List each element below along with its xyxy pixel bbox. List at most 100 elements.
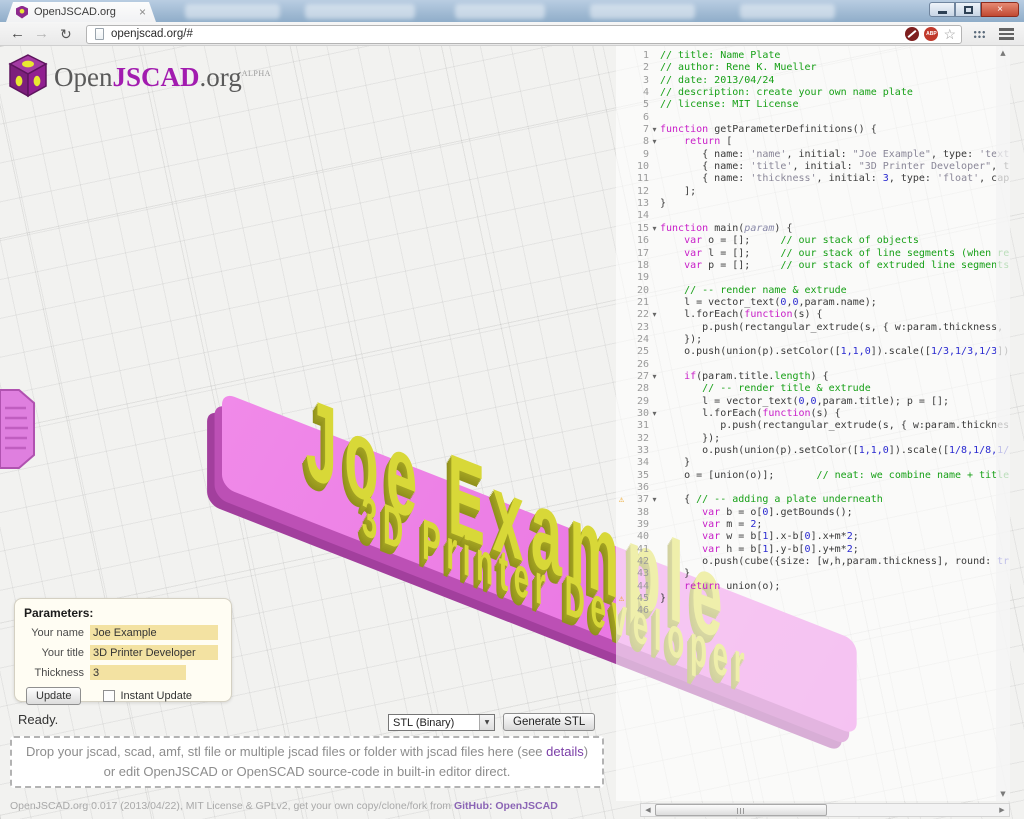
code-line[interactable]: 29 l = vector_text(0,0,param.title); p =… bbox=[616, 396, 1010, 408]
code-line[interactable]: 35 o = [union(o)]; // neat: we combine n… bbox=[616, 470, 1010, 482]
code-line[interactable]: 46 bbox=[616, 605, 1010, 617]
scroll-right-icon[interactable]: ▶ bbox=[995, 803, 1009, 817]
fold-arrow-icon[interactable]: ▾ bbox=[649, 309, 660, 321]
scroll-up-icon[interactable]: ▲ bbox=[996, 46, 1010, 60]
details-link[interactable]: details bbox=[546, 744, 584, 759]
code-line[interactable]: 18 var p = []; // our stack of extruded … bbox=[616, 260, 1010, 272]
code-line[interactable]: 11 { name: 'thickness', initial: 3, type… bbox=[616, 173, 1010, 185]
code-line[interactable]: 16 var o = []; // our stack of objects bbox=[616, 235, 1010, 247]
github-link[interactable]: GitHub: OpenJSCAD bbox=[454, 800, 558, 812]
code-line[interactable]: 2// author: Rene K. Mueller bbox=[616, 62, 1010, 74]
gutter-spacer bbox=[616, 544, 627, 556]
window-maximize-button[interactable] bbox=[955, 2, 981, 17]
code-editor[interactable]: 1// title: Name Plate2// author: Rene K.… bbox=[616, 46, 1010, 801]
code-line[interactable]: 13} bbox=[616, 198, 1010, 210]
scroll-down-icon[interactable]: ▼ bbox=[996, 787, 1010, 801]
url-text[interactable]: openjscad.org/# bbox=[111, 28, 900, 40]
name-field-label: Your name bbox=[24, 627, 90, 639]
code-line[interactable]: 36 bbox=[616, 482, 1010, 494]
gutter-spacer bbox=[616, 297, 627, 309]
bookmark-star-icon[interactable]: ☆ bbox=[943, 27, 956, 41]
code-line[interactable]: 32 }); bbox=[616, 433, 1010, 445]
browser-tab[interactable]: OpenJSCAD.org × bbox=[6, 2, 156, 22]
code-line[interactable]: 38 var b = o[0].getBounds(); bbox=[616, 507, 1010, 519]
code-line[interactable]: 22▾ l.forEach(function(s) { bbox=[616, 309, 1010, 321]
editor-horizontal-scrollbar[interactable]: ◀ ▶ bbox=[640, 803, 1010, 817]
code-line[interactable]: 26 bbox=[616, 359, 1010, 371]
code-line[interactable]: 3// date: 2013/04/24 bbox=[616, 75, 1010, 87]
code-line[interactable]: 15▾function main(param) { bbox=[616, 223, 1010, 235]
code-line[interactable]: 1// title: Name Plate bbox=[616, 50, 1010, 62]
code-line[interactable]: 6 bbox=[616, 112, 1010, 124]
instant-update-checkbox[interactable] bbox=[103, 690, 115, 702]
code-line[interactable]: 20 // -- render name & extrude bbox=[616, 285, 1010, 297]
code-line[interactable]: 19 bbox=[616, 272, 1010, 284]
code-line[interactable]: 24 }); bbox=[616, 334, 1010, 346]
fold-arrow-icon[interactable]: ▾ bbox=[649, 408, 660, 420]
reload-button[interactable]: ↻ bbox=[60, 24, 72, 44]
window-close-button[interactable]: × bbox=[981, 2, 1019, 17]
update-button[interactable]: Update bbox=[26, 687, 81, 705]
file-drop-zone[interactable]: Drop your jscad, scad, amf, stl file or … bbox=[10, 736, 604, 788]
code-line[interactable]: 31 p.push(rectangular_extrude(s, { w:par… bbox=[616, 420, 1010, 432]
plugin-blocked-icon[interactable] bbox=[905, 27, 919, 41]
code-line[interactable]: 42 o.push(cube({size: [w,h,param.thickne… bbox=[616, 556, 1010, 568]
code-line[interactable]: 14 bbox=[616, 210, 1010, 222]
code-line[interactable]: 27▾ if(param.title.length) { bbox=[616, 371, 1010, 383]
name-field[interactable] bbox=[90, 625, 218, 640]
code-text: { name: 'name', initial: "Joe Example", … bbox=[660, 149, 1010, 161]
line-number: 9 bbox=[627, 149, 649, 161]
back-button[interactable]: ← bbox=[10, 24, 25, 44]
chevron-down-icon[interactable]: ▼ bbox=[479, 715, 494, 730]
code-line[interactable]: 17 var l = []; // our stack of line segm… bbox=[616, 248, 1010, 260]
scroll-left-icon[interactable]: ◀ bbox=[641, 803, 655, 817]
code-line[interactable]: 30▾ l.forEach(function(s) { bbox=[616, 408, 1010, 420]
code-line[interactable]: 4// description: create your own name pl… bbox=[616, 87, 1010, 99]
code-line[interactable]: 28 // -- render title & extrude bbox=[616, 383, 1010, 395]
fold-arrow-icon[interactable]: ▾ bbox=[649, 124, 660, 136]
fold-arrow-icon[interactable]: ▾ bbox=[649, 371, 660, 383]
code-lines[interactable]: 1// title: Name Plate2// author: Rene K.… bbox=[616, 50, 1010, 618]
gutter-spacer bbox=[649, 50, 660, 62]
code-line[interactable]: 7▾function getParameterDefinitions() { bbox=[616, 124, 1010, 136]
code-line[interactable]: 44 return union(o); bbox=[616, 581, 1010, 593]
code-line[interactable]: 33 o.push(union(p).setColor([1,1,0]).sca… bbox=[616, 445, 1010, 457]
code-line[interactable]: 12 ]; bbox=[616, 186, 1010, 198]
code-line[interactable]: 25 o.push(union(p).setColor([1,1,0]).sca… bbox=[616, 346, 1010, 358]
thickness-field[interactable] bbox=[90, 665, 186, 680]
generate-stl-button[interactable]: Generate STL bbox=[503, 713, 595, 731]
code-line[interactable]: 8▾ return [ bbox=[616, 136, 1010, 148]
fold-arrow-icon[interactable]: ▾ bbox=[649, 136, 660, 148]
address-bar[interactable]: openjscad.org/# ABP ☆ bbox=[86, 25, 962, 44]
gutter-spacer bbox=[616, 568, 627, 580]
viewport-3d[interactable]: Joe Example 3D Printer Developer OpenJSC… bbox=[0, 46, 1024, 819]
fold-arrow-icon[interactable]: ▾ bbox=[649, 223, 660, 235]
window-minimize-button[interactable] bbox=[929, 2, 955, 17]
extensions-grid-icon[interactable] bbox=[973, 30, 986, 39]
title-field[interactable] bbox=[90, 645, 218, 660]
code-line[interactable]: 9 { name: 'name', initial: "Joe Example"… bbox=[616, 149, 1010, 161]
side-drawer-handle[interactable] bbox=[0, 388, 36, 470]
fold-arrow-icon[interactable]: ▾ bbox=[649, 494, 660, 506]
editor-vertical-scrollbar[interactable]: ▲ ▼ bbox=[996, 46, 1010, 801]
tab-close-icon[interactable]: × bbox=[139, 5, 146, 19]
code-line[interactable]: 10 { name: 'title', initial: "3D Printer… bbox=[616, 161, 1010, 173]
gutter-spacer bbox=[649, 297, 660, 309]
code-line[interactable]: 23 p.push(rectangular_extrude(s, { w:par… bbox=[616, 322, 1010, 334]
code-line[interactable]: 34 } bbox=[616, 457, 1010, 469]
export-format-select[interactable]: STL (Binary) ▼ bbox=[388, 714, 495, 731]
code-line[interactable]: 5// license: MIT License bbox=[616, 99, 1010, 111]
scrollbar-thumb[interactable] bbox=[655, 804, 827, 816]
code-line[interactable]: 43 } bbox=[616, 568, 1010, 580]
code-line[interactable]: 39 var m = 2; bbox=[616, 519, 1010, 531]
code-line[interactable]: 40 var w = b[1].x-b[0].x+m*2; bbox=[616, 531, 1010, 543]
code-line[interactable]: ⚠37▾ { // -- adding a plate underneath bbox=[616, 494, 1010, 506]
code-line[interactable]: ⚠45} bbox=[616, 593, 1010, 605]
gutter-spacer bbox=[616, 87, 627, 99]
browser-menu-icon[interactable] bbox=[999, 28, 1014, 42]
code-line[interactable]: 21 l = vector_text(0,0,param.name); bbox=[616, 297, 1010, 309]
code-line[interactable]: 41 var h = b[1].y-b[0].y+m*2; bbox=[616, 544, 1010, 556]
adblock-icon[interactable]: ABP bbox=[924, 27, 938, 41]
title-field-label: Your title bbox=[24, 647, 90, 659]
code-text: } bbox=[660, 593, 1010, 605]
